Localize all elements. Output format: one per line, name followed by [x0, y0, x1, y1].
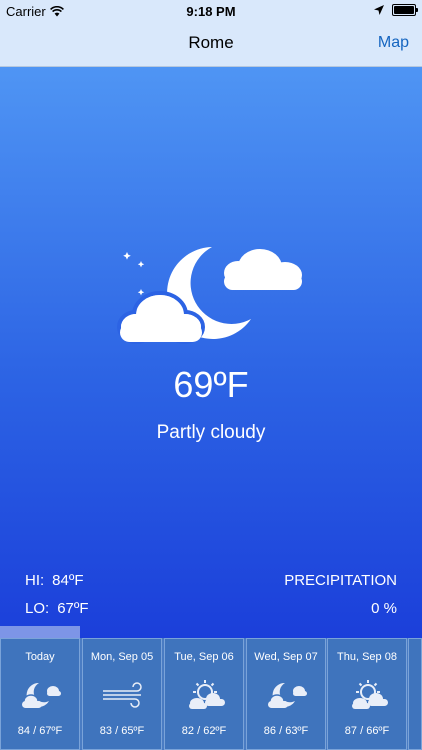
battery-icon	[392, 4, 418, 16]
forecast-day-label: Wed, Sep 07	[254, 651, 318, 663]
low-temperature: LO: 67ºF	[25, 600, 97, 617]
current-temperature: 69ºF	[173, 364, 249, 405]
forecast-strip[interactable]: Today 84 / 67ºF Mon, Sep 05 83 / 65ºF Tu…	[0, 638, 422, 750]
forecast-temps: 86 / 63ºF	[263, 725, 309, 737]
forecast-day-today[interactable]: Today 84 / 67ºF	[0, 638, 80, 750]
forecast-day-next-partial[interactable]	[408, 638, 422, 750]
precipitation-value: 0 %	[371, 600, 397, 617]
moon-cloud-icon	[22, 682, 61, 708]
status-time: 9:18 PM	[186, 4, 236, 19]
high-label: HI:	[25, 572, 45, 589]
map-button[interactable]: Map	[378, 34, 409, 52]
forecast-temps: 87 / 66ºF	[344, 725, 390, 737]
status-right	[374, 4, 418, 16]
forecast-day-label: Thu, Sep 08	[337, 651, 397, 663]
status-bar: Carrier 9:18 PM	[0, 0, 422, 22]
moon-cloud-icon	[268, 682, 307, 708]
selected-day-indicator	[0, 626, 80, 638]
low-value: 67ºF	[57, 600, 89, 617]
forecast-day-mon[interactable]: Mon, Sep 05 83 / 65ºF	[82, 638, 162, 750]
city-title: Rome	[188, 33, 234, 52]
location-arrow-icon	[374, 5, 384, 15]
wind-icon	[103, 682, 142, 708]
high-temperature: HI: 84ºF	[25, 572, 92, 589]
precipitation-label: PRECIPITATION	[284, 572, 397, 589]
sun-cloud-icon	[189, 680, 225, 709]
navigation-bar: Rome Map	[0, 22, 422, 67]
forecast-temps: 84 / 67ºF	[17, 725, 63, 737]
forecast-day-label: Tue, Sep 06	[174, 651, 234, 663]
forecast-temps: 82 / 62ºF	[181, 725, 227, 737]
forecast-day-tue[interactable]: Tue, Sep 06 82 / 62ºF	[164, 638, 244, 750]
forecast-day-label: Mon, Sep 05	[90, 651, 154, 663]
forecast-day-label: Today	[25, 651, 55, 663]
current-weather-panel: 69ºF Partly cloudy HI: 84ºF LO: 67ºF PRECI…	[0, 67, 422, 638]
forecast-temps: 83 / 65ºF	[99, 725, 145, 737]
high-value: 84ºF	[52, 572, 84, 589]
current-condition: Partly cloudy	[156, 422, 266, 443]
forecast-day-wed[interactable]: Wed, Sep 07 86 / 63ºF	[246, 638, 326, 750]
sun-cloud-icon	[352, 680, 388, 709]
moon-cloud-icon	[117, 247, 302, 344]
low-label: LO:	[25, 600, 50, 617]
forecast-day-thu[interactable]: Thu, Sep 08 87 / 66ºF	[327, 638, 407, 750]
